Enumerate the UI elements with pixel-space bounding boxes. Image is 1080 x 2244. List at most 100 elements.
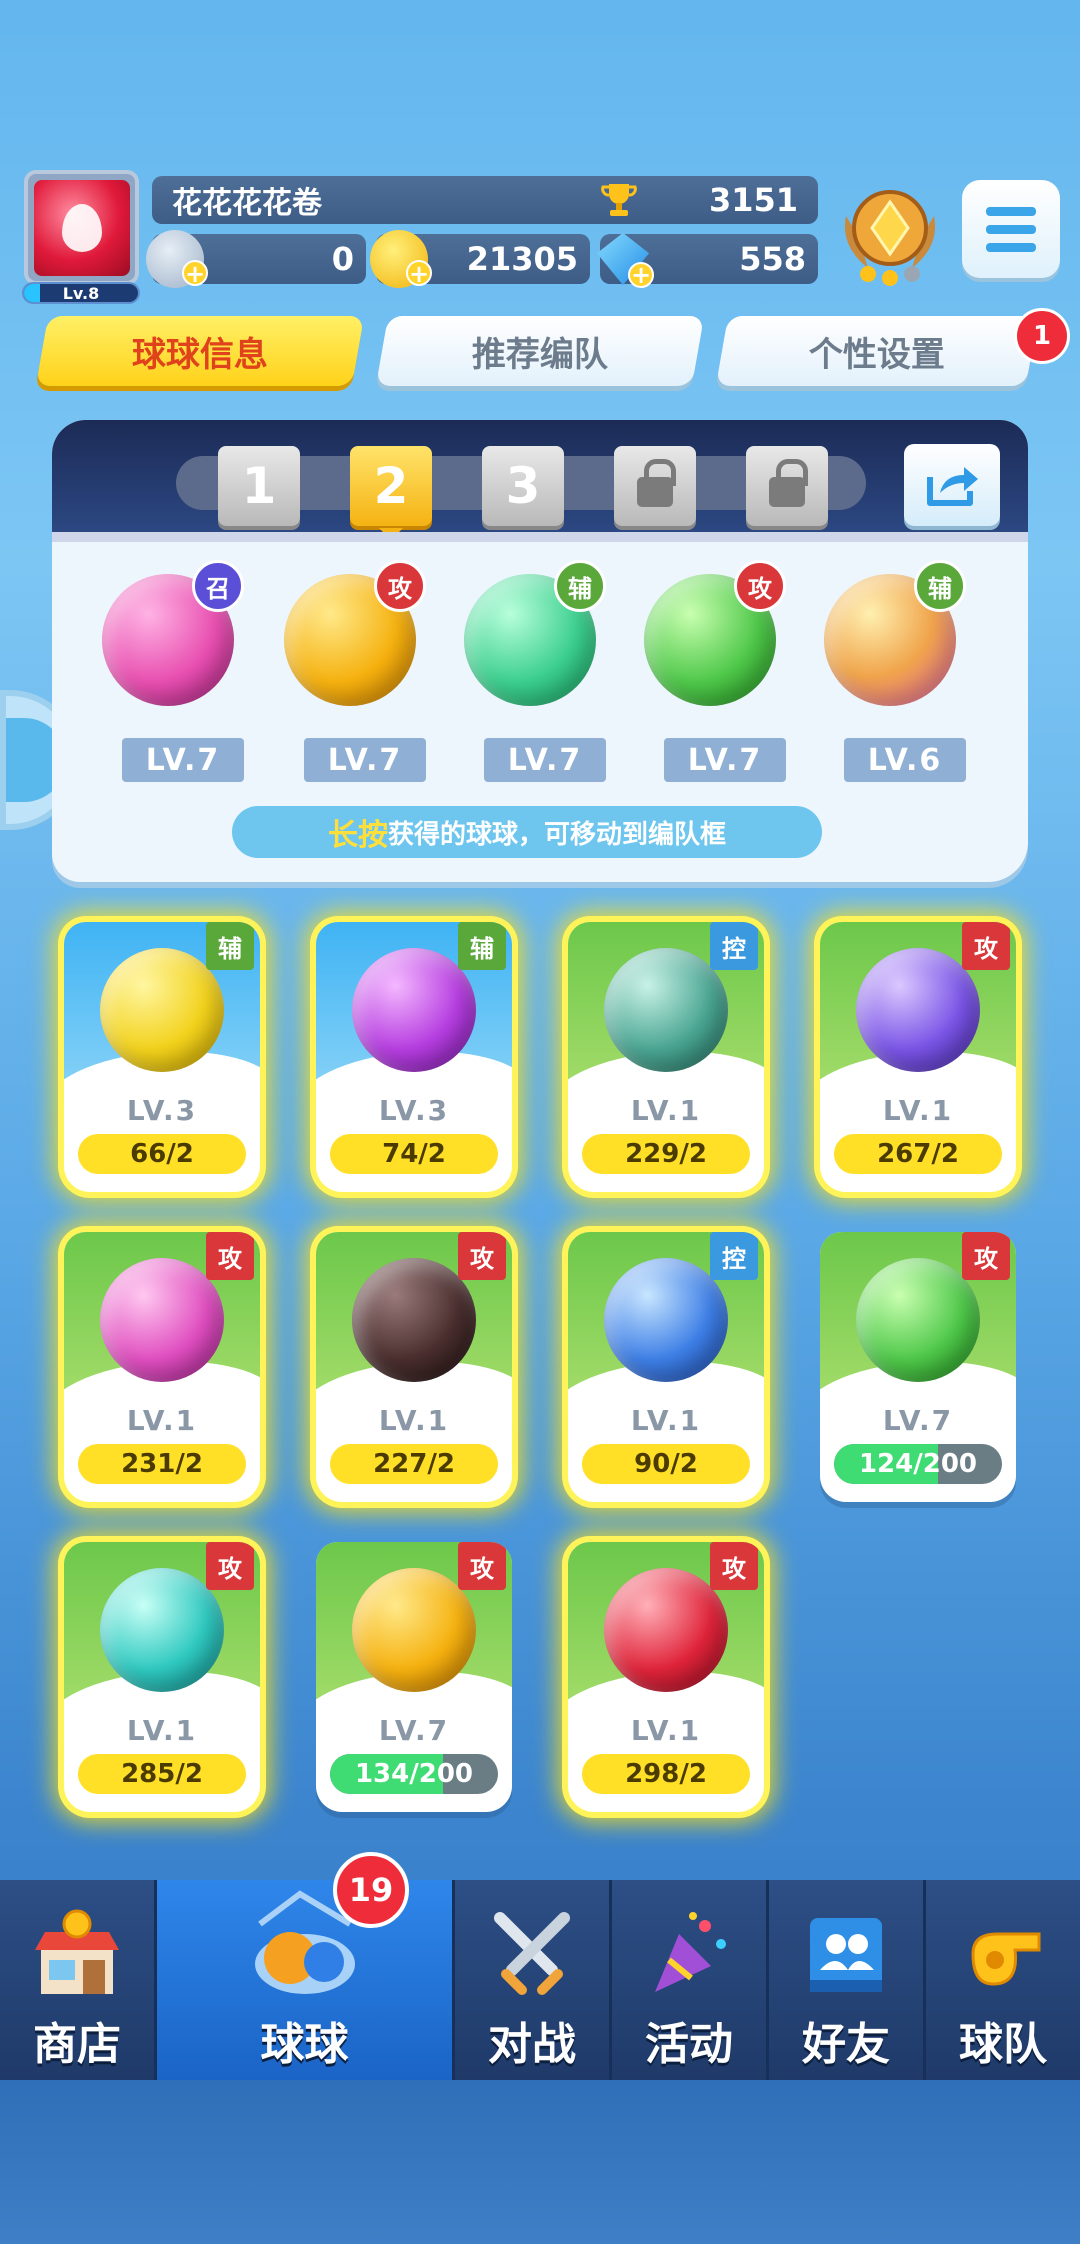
- team-ball-1[interactable]: 召: [98, 560, 244, 710]
- role-badge: 攻: [374, 560, 426, 612]
- tab-ball-info[interactable]: 球球信息: [35, 316, 365, 386]
- team-ball-level: LV.7: [664, 738, 786, 782]
- friends-book-icon: [810, 1918, 882, 1992]
- player-avatar[interactable]: [24, 170, 139, 285]
- ball-card-poison-skull[interactable]: 攻 LV.7 124/200: [820, 1232, 1016, 1502]
- nav-friends[interactable]: 好友: [769, 1880, 926, 2080]
- team-ball-5[interactable]: 辅: [820, 560, 966, 710]
- add-coin-icon[interactable]: +: [406, 260, 432, 286]
- player-name-bar[interactable]: 花花花花卷 3151: [152, 176, 818, 224]
- team-panel: 1 2 3 召 LV.7 攻 LV.7 辅 LV.7 攻 LV.7 辅 LV.6: [52, 420, 1028, 882]
- share-icon: [927, 467, 978, 506]
- team-slot-3[interactable]: 3: [482, 446, 564, 526]
- ball-progress: 134/200: [330, 1754, 498, 1794]
- ball-level: LV.1: [630, 1094, 702, 1127]
- team-ball-4[interactable]: 攻: [640, 560, 786, 710]
- team-ball-2[interactable]: 攻: [280, 560, 426, 710]
- ball-progress: 74/2: [330, 1134, 498, 1174]
- diamond-resource-bar[interactable]: + 558: [596, 232, 818, 288]
- ball-progress: 267/2: [834, 1134, 1002, 1174]
- nav-label: 球队: [959, 2019, 1047, 2070]
- add-star-icon[interactable]: +: [182, 260, 208, 286]
- menu-button[interactable]: [962, 180, 1060, 278]
- ball-progress: 90/2: [582, 1444, 750, 1484]
- ball-card-snowflake[interactable]: 控 LV.1 90/2: [568, 1232, 764, 1502]
- ball-level: LV.1: [630, 1714, 702, 1747]
- team-ball-3[interactable]: 辅: [460, 560, 606, 710]
- ball-level: LV.1: [630, 1404, 702, 1437]
- team-ball-level: LV.7: [484, 738, 606, 782]
- nav-events[interactable]: 活动: [612, 1880, 769, 2080]
- nav-battle[interactable]: 对战: [455, 1880, 612, 2080]
- shop-icon: [35, 1909, 119, 1994]
- drag-hint-bar: 长按 获得的球球，可移动到编队框: [232, 806, 822, 858]
- hint-text: 获得的球球，可移动到编队框: [387, 819, 726, 850]
- ball-level: LV.3: [378, 1094, 450, 1127]
- ball-card-sp-purple[interactable]: 辅 LV.3 74/2: [316, 922, 512, 1192]
- role-badge: 辅: [914, 560, 966, 612]
- lock-icon: [637, 459, 676, 507]
- nav-team[interactable]: 球队: [926, 1880, 1080, 2080]
- share-button[interactable]: [904, 444, 1000, 526]
- team-slot-header: 1 2 3: [52, 420, 1028, 542]
- footer-band: [0, 2080, 1080, 2244]
- type-badge: 攻: [206, 1542, 254, 1590]
- tab-recommended-team[interactable]: 推荐编队: [375, 316, 705, 386]
- player-name: 花花花花卷: [172, 186, 322, 221]
- ball-level: LV.1: [882, 1094, 954, 1127]
- role-badge: 召: [192, 560, 244, 612]
- ball-level: LV.3: [126, 1094, 198, 1127]
- star-icon: +: [146, 230, 208, 288]
- player-level-badge: Lv.8: [22, 282, 140, 304]
- ball-card-chain[interactable]: 控 LV.1 229/2: [568, 922, 764, 1192]
- team-slot-1[interactable]: 1: [218, 446, 300, 526]
- ball-card-arrow-up[interactable]: 辅 LV.3 66/2: [64, 922, 260, 1192]
- coin-resource-bar[interactable]: + 21305: [370, 230, 590, 288]
- type-badge: 攻: [206, 1232, 254, 1280]
- fire-ball-avatar-icon: [33, 179, 130, 276]
- diamond-count: 558: [739, 240, 806, 278]
- ball-level: LV.1: [126, 1404, 198, 1437]
- ball-progress: 229/2: [582, 1134, 750, 1174]
- type-badge: 控: [710, 922, 758, 970]
- ball-progress: 124/200: [834, 1444, 1002, 1484]
- type-badge: 攻: [962, 922, 1010, 970]
- hint-highlight: 长按: [327, 818, 388, 853]
- nav-label: 商店: [33, 2019, 121, 2070]
- star-resource-bar[interactable]: + 0: [146, 230, 366, 288]
- lock-icon: [769, 459, 808, 507]
- trophy-icon: [601, 184, 637, 216]
- ball-card-card-throw[interactable]: 攻 LV.1 231/2: [64, 1232, 260, 1502]
- ball-card-clover[interactable]: 攻 LV.1 267/2: [820, 922, 1016, 1192]
- ball-progress: 298/2: [582, 1754, 750, 1794]
- type-badge: 辅: [206, 922, 254, 970]
- tab-label: 球球信息: [132, 334, 268, 375]
- add-diamond-icon[interactable]: +: [628, 262, 654, 288]
- trophy-count: 3151: [708, 181, 798, 219]
- ball-level: LV.1: [126, 1714, 198, 1747]
- ball-card-lightning[interactable]: 攻 LV.7 134/200: [316, 1542, 512, 1812]
- team-slot-5-locked[interactable]: [746, 446, 828, 526]
- party-popper-icon: [655, 1912, 726, 1992]
- type-badge: 辅: [458, 922, 506, 970]
- ball-card-wind[interactable]: 攻 LV.1 285/2: [64, 1542, 260, 1812]
- rank-medal-icon[interactable]: [838, 176, 942, 288]
- ball-card-fire[interactable]: 攻 LV.1 298/2: [568, 1542, 764, 1812]
- whistle-icon: [971, 1932, 1041, 1986]
- team-slot-2[interactable]: 2: [350, 446, 432, 540]
- team-slot-4-locked[interactable]: [614, 446, 696, 526]
- team-ball-level: LV.7: [122, 738, 244, 782]
- ball-card-crossed-swords[interactable]: 攻 LV.1 227/2: [316, 1232, 512, 1502]
- coin-icon: +: [370, 230, 432, 288]
- tab-personal-settings[interactable]: 个性设置: [715, 316, 1039, 386]
- coin-count: 21305: [466, 240, 578, 278]
- nav-balls[interactable]: 球球 19: [157, 1852, 455, 2080]
- nav-shop[interactable]: 商店: [0, 1880, 157, 2080]
- crossed-swords-icon: [494, 1912, 570, 1995]
- star-count: 0: [331, 240, 354, 278]
- team-ball-level: LV.6: [844, 738, 966, 782]
- bottom-navigation: 商店 球球 19 对战 活动 好友 球队: [0, 1852, 1080, 2080]
- team-ball-level: LV.7: [304, 738, 426, 782]
- type-badge: 攻: [710, 1542, 758, 1590]
- tab-label: 个性设置: [809, 334, 945, 375]
